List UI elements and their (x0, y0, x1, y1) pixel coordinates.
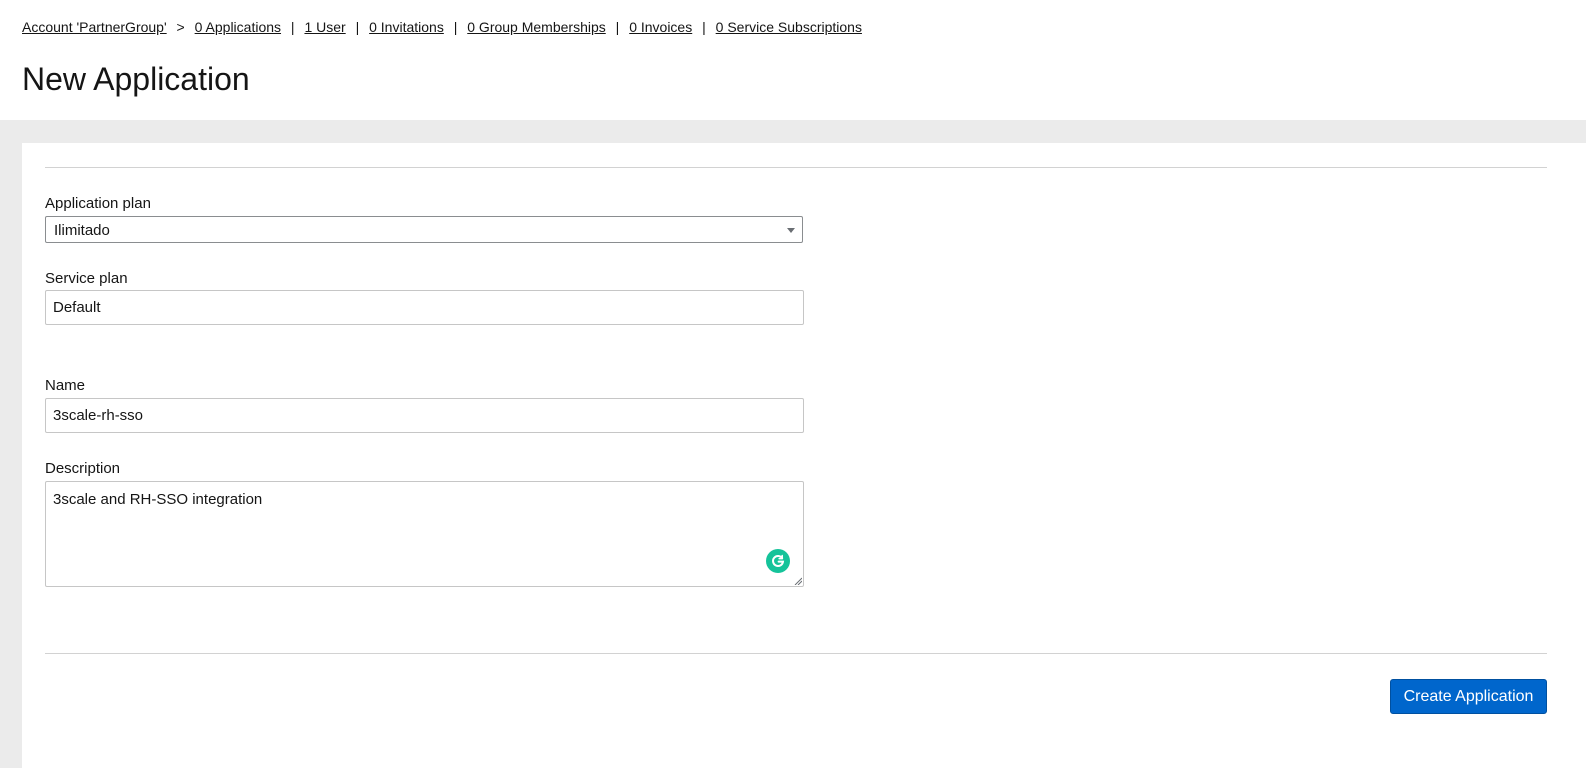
resize-handle-icon[interactable] (794, 577, 802, 585)
service-subscriptions-link[interactable]: 0 Service Subscriptions (716, 19, 862, 35)
caret-down-icon (787, 228, 795, 233)
breadcrumb-divider: | (702, 19, 706, 35)
name-label: Name (45, 377, 86, 394)
description-textarea[interactable]: 3scale and RH-SSO integration (45, 481, 804, 587)
description-value: 3scale and RH-SSO integration (53, 491, 263, 508)
service-plan-field[interactable]: Default (45, 290, 804, 325)
bottom-divider (45, 653, 1547, 654)
invitations-link[interactable]: 0 Invitations (369, 19, 444, 35)
top-divider (45, 167, 1547, 168)
breadcrumb: Account 'PartnerGroup' > 0 Applications … (22, 19, 862, 35)
breadcrumb-divider: | (615, 19, 620, 35)
grammarly-icon[interactable] (766, 549, 790, 573)
service-plan-value: Default (53, 299, 101, 316)
service-plan-label: Service plan (45, 270, 128, 287)
create-application-button[interactable]: Create Application (1390, 679, 1547, 714)
applications-link[interactable]: 0 Applications (195, 19, 281, 35)
application-plan-select[interactable]: Ilimitado (45, 216, 803, 243)
group-memberships-link[interactable]: 0 Group Memberships (467, 19, 606, 35)
page-header: Account 'PartnerGroup' > 0 Applications … (0, 0, 1586, 120)
grammarly-glyph (772, 554, 785, 567)
page-title: New Application (22, 61, 250, 97)
application-plan-label: Application plan (45, 195, 151, 212)
invoices-link[interactable]: 0 Invoices (629, 19, 692, 35)
name-input[interactable]: 3scale-rh-sso (45, 398, 804, 433)
breadcrumb-chevron: > (176, 19, 185, 35)
name-value: 3scale-rh-sso (53, 407, 144, 424)
breadcrumb-account-link[interactable]: Account 'PartnerGroup' (22, 19, 167, 35)
description-label: Description (45, 460, 121, 477)
breadcrumb-divider: | (453, 19, 458, 35)
breadcrumb-divider: | (290, 19, 295, 35)
application-plan-value: Ilimitado (54, 222, 110, 239)
breadcrumb-divider: | (355, 19, 360, 35)
users-link[interactable]: 1 User (304, 19, 345, 35)
